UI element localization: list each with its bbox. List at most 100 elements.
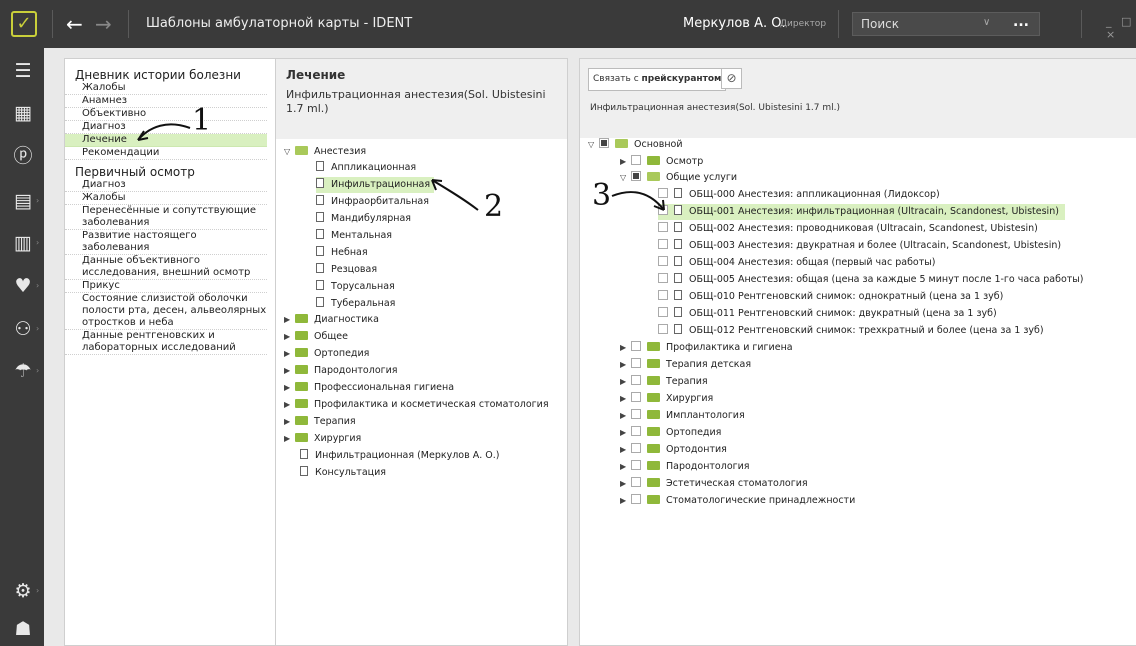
checkbox[interactable] <box>658 222 668 232</box>
list-item[interactable]: Объективно <box>65 108 267 121</box>
tree-doc[interactable]: Торусальная <box>316 279 395 295</box>
tree-folder[interactable]: ▶ Профилактика и косметическая стоматолог… <box>284 397 549 413</box>
app-logo-check-icon[interactable]: ✓ <box>11 11 37 37</box>
checkbox[interactable] <box>658 256 668 266</box>
checkbox[interactable] <box>658 290 668 300</box>
tree-doc[interactable]: Инфраорбитальная <box>316 194 429 210</box>
reports-icon[interactable]: ▥ <box>10 230 36 256</box>
list-item[interactable]: Жалобы <box>65 82 267 95</box>
expand-right-icon[interactable]: ▶ <box>284 380 295 396</box>
cash-register-icon[interactable]: ▤ <box>10 188 36 214</box>
checkbox[interactable] <box>658 273 668 283</box>
service-row-selected[interactable]: ОБЩ-001 Анестезия: инфильтрационная (Ult… <box>658 204 1065 220</box>
expand-right-icon[interactable]: ▶ <box>284 414 295 430</box>
service-row[interactable]: ОБЩ-012 Рентгеновский снимок: трехкратны… <box>658 323 1044 339</box>
list-item[interactable]: Данные рентгеновских и лабораторных иссл… <box>65 330 267 355</box>
checkbox[interactable] <box>631 392 641 402</box>
expand-right-icon[interactable]: ▶ <box>284 312 295 328</box>
section-title[interactable]: Дневник истории болезни <box>65 68 275 82</box>
checkbox[interactable] <box>631 494 641 504</box>
list-item[interactable]: Прикус <box>65 280 267 293</box>
checkbox[interactable] <box>658 307 668 317</box>
checkbox[interactable] <box>658 324 668 334</box>
expand-right-icon[interactable]: ▶ <box>284 329 295 345</box>
checkbox-partial[interactable] <box>631 171 641 181</box>
service-row[interactable]: ОБЩ-000 Анестезия: аппликационная (Лидок… <box>658 187 940 203</box>
list-item[interactable]: Данные объективного исследования, внешни… <box>65 255 267 280</box>
clear-link-icon[interactable]: ⊘ <box>721 68 742 89</box>
link-price-list-button[interactable]: Связать с прейскурантом <box>588 68 727 91</box>
tree-doc-selected[interactable]: Инфильтрационная <box>316 177 435 193</box>
tree-folder-root[interactable]: ▽ Основной <box>588 137 683 153</box>
tree-folder[interactable]: ▶ Осмотр <box>620 154 703 170</box>
tree-folder[interactable]: ▶ Пародонтология <box>620 459 750 475</box>
schedule-list-icon[interactable]: ☰ <box>10 58 36 84</box>
tree-folder[interactable]: ▶ Хирургия <box>620 391 713 407</box>
list-item[interactable]: Перенесённые и сопутствующие заболевания <box>65 205 267 230</box>
settings-icon[interactable]: ⚙ <box>10 578 36 604</box>
checkbox[interactable] <box>631 460 641 470</box>
tree-folder-general[interactable]: ▽ Общие услуги <box>620 170 737 186</box>
expand-right-icon[interactable]: ▶ <box>284 431 295 447</box>
forward-arrow-icon[interactable]: → <box>95 11 112 37</box>
checkbox[interactable] <box>658 239 668 249</box>
expand-right-icon[interactable]: ▶ <box>620 340 631 356</box>
tree-folder[interactable]: ▶ Ортопедия <box>284 346 369 362</box>
checkbox[interactable] <box>631 358 641 368</box>
list-item[interactable]: Развитие настоящего заболевания <box>65 230 267 255</box>
tooth-icon[interactable]: ♥ <box>10 273 36 299</box>
patients-icon[interactable]: ⚇ <box>10 316 36 342</box>
list-item[interactable]: Состояние слизистой оболочки полости рта… <box>65 293 267 330</box>
tree-folder[interactable]: ▶ Ортопедия <box>620 425 721 441</box>
expand-right-icon[interactable]: ▶ <box>620 476 631 492</box>
expand-right-icon[interactable]: ▶ <box>620 493 631 509</box>
tree-doc[interactable]: Консультация <box>300 465 386 481</box>
tree-folder[interactable]: ▶ Пародонтология <box>284 363 398 379</box>
expand-right-icon[interactable]: ▶ <box>284 363 295 379</box>
section-title[interactable]: Первичный осмотр <box>65 165 275 179</box>
payment-icon[interactable]: ⓟ <box>10 143 36 169</box>
tree-folder[interactable]: ▶ Эстетическая стоматология <box>620 476 808 492</box>
tree-doc[interactable]: Инфильтрационная (Меркулов А. О.) <box>300 448 500 464</box>
checkbox[interactable] <box>631 477 641 487</box>
checkbox[interactable] <box>631 341 641 351</box>
user-icon[interactable]: ☗ <box>10 616 36 642</box>
service-row[interactable]: ОБЩ-005 Анестезия: общая (цена за каждые… <box>658 272 1084 288</box>
checkbox[interactable] <box>631 426 641 436</box>
search-more-button[interactable]: ... <box>1013 14 1029 30</box>
user-name[interactable]: Меркулов А. О. <box>683 16 786 31</box>
calendar-icon[interactable]: ▦ <box>10 100 36 126</box>
tree-folder[interactable]: ▶ Имплантология <box>620 408 745 424</box>
expand-right-icon[interactable]: ▶ <box>620 425 631 441</box>
tree-doc[interactable]: Аппликационная <box>316 160 416 176</box>
window-controls[interactable]: _ □ × <box>1106 15 1136 41</box>
expand-right-icon[interactable]: ▶ <box>620 154 631 170</box>
list-item[interactable]: Диагноз <box>65 179 267 192</box>
service-row[interactable]: ОБЩ-010 Рентгеновский снимок: однократны… <box>658 289 1003 305</box>
list-item[interactable]: Жалобы <box>65 192 267 205</box>
checkbox[interactable] <box>631 443 641 453</box>
tree-folder[interactable]: ▶ Хирургия <box>284 431 361 447</box>
expand-right-icon[interactable]: ▶ <box>620 459 631 475</box>
chevron-down-icon[interactable]: ∨ <box>983 17 990 28</box>
expand-down-icon[interactable]: ▽ <box>620 170 631 186</box>
tree-folder[interactable]: ▶ Диагностика <box>284 312 379 328</box>
expand-down-icon[interactable]: ▽ <box>284 144 295 160</box>
service-row[interactable]: ОБЩ-011 Рентгеновский снимок: двукратный… <box>658 306 997 322</box>
checkbox[interactable] <box>631 409 641 419</box>
list-item-selected[interactable]: Лечение <box>65 134 267 147</box>
service-row[interactable]: ОБЩ-003 Анестезия: двукратная и более (U… <box>658 238 1061 254</box>
checkbox[interactable] <box>658 188 668 198</box>
list-item[interactable]: Диагноз <box>65 121 267 134</box>
tree-folder[interactable]: ▶ Стоматологические принадлежности <box>620 493 855 509</box>
tree-doc[interactable]: Ментальная <box>316 228 392 244</box>
tree-folder[interactable]: ▶ Профилактика и гигиена <box>620 340 793 356</box>
expand-right-icon[interactable]: ▶ <box>620 391 631 407</box>
expand-right-icon[interactable]: ▶ <box>620 357 631 373</box>
checkbox[interactable] <box>631 155 641 165</box>
list-item[interactable]: Анамнез <box>65 95 267 108</box>
checkbox-checked[interactable] <box>658 205 668 215</box>
service-row[interactable]: ОБЩ-002 Анестезия: проводниковая (Ultrac… <box>658 221 1038 237</box>
tree-doc[interactable]: Мандибулярная <box>316 211 411 227</box>
checkbox[interactable] <box>631 375 641 385</box>
